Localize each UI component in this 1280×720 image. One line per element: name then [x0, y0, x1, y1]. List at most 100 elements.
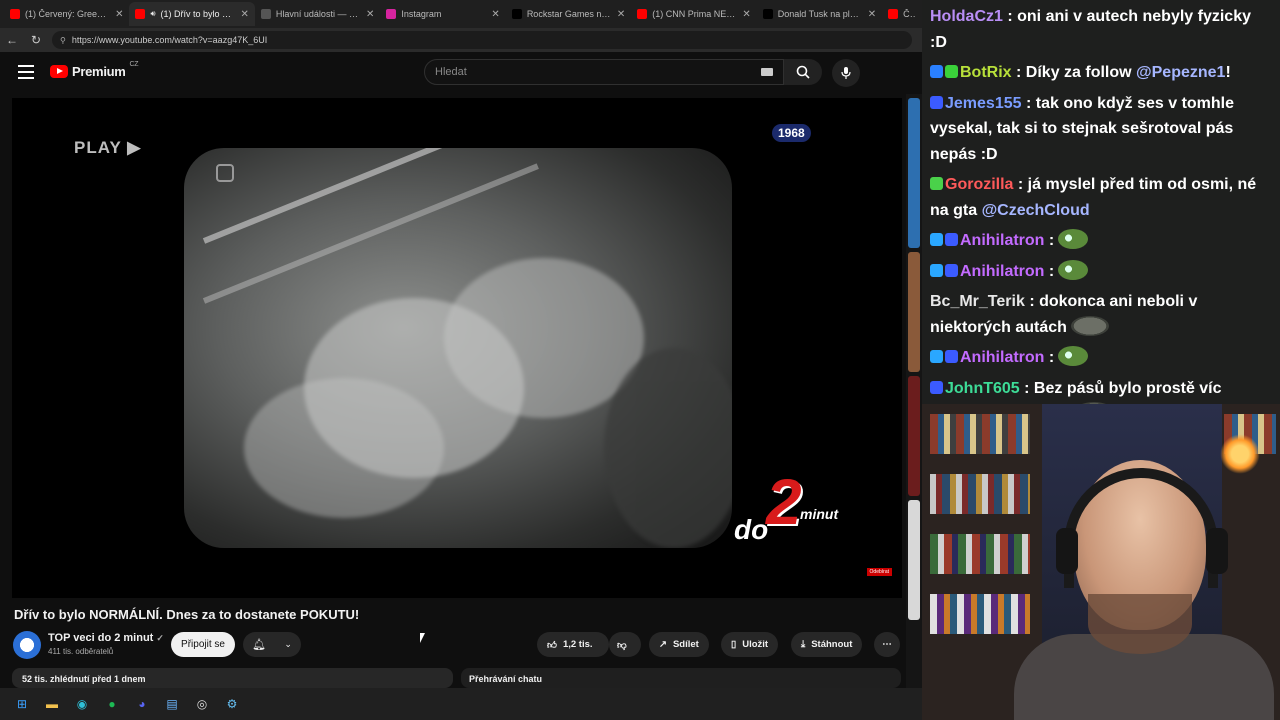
steam-icon[interactable]: ⚙ — [222, 694, 242, 714]
chat-badge-icon — [930, 95, 943, 109]
books — [930, 594, 1030, 634]
chat-username[interactable]: Gorozilla — [945, 176, 1013, 193]
browser-tab[interactable]: Instagram ✕ — [380, 2, 505, 26]
headset-right-earcup — [1206, 528, 1228, 574]
url-text: https://www.youtube.com/watch?v=aazg47K_… — [71, 35, 268, 45]
thumbs-down-icon: 👎︎ — [617, 639, 627, 651]
emote-peepo-icon — [1058, 229, 1089, 249]
microphone-icon — [841, 67, 851, 79]
browser-tab[interactable]: 🔊︎ (1) Dřív to bylo NOR ✕ — [129, 2, 255, 26]
books — [930, 414, 1030, 454]
watermark-minut: minut — [800, 506, 839, 522]
mouse-cursor — [420, 633, 425, 643]
hamburger-menu-icon[interactable] — [18, 65, 34, 79]
browser-tab[interactable]: Donald Tusk na platform ✕ — [757, 2, 882, 26]
chat-username[interactable]: Anihilatron — [960, 263, 1044, 280]
tab-favicon-icon — [260, 9, 271, 19]
chat-username[interactable]: Jemes155 — [945, 95, 1022, 112]
like-button[interactable]: 👍︎ 1,2 tis. — [537, 632, 609, 657]
subscribe-watermark[interactable]: Odebírat — [866, 568, 892, 576]
url-field[interactable]: ⚲ https://www.youtube.com/watch?v=aazg47… — [52, 31, 912, 49]
recommendations-strip[interactable] — [906, 94, 922, 688]
tab-favicon-icon — [888, 9, 899, 19]
recommendation-thumb[interactable] — [908, 376, 920, 496]
chat-username[interactable]: HoldaCz1 — [930, 8, 1003, 25]
logo-text: Premium — [72, 64, 126, 79]
views-and-date: 52 tis. zhlédnutí před 1 dnem — [22, 674, 146, 684]
close-tab-icon[interactable]: ✕ — [868, 9, 876, 20]
youtube-premium-logo[interactable]: Premium CZ — [50, 61, 139, 79]
sheet-shape — [604, 348, 732, 548]
close-tab-icon[interactable]: ✕ — [491, 9, 499, 20]
file-explorer-icon[interactable]: ▬ — [42, 694, 62, 714]
browser-tab-bar: (1) Červený: Green Deal ✕ 🔊︎ (1) Dřív to by… — [0, 0, 922, 28]
voice-search-button[interactable] — [832, 59, 860, 87]
more-actions-button[interactable]: ⋯ — [874, 632, 900, 657]
chat-text-suffix: ! — [1225, 64, 1231, 81]
headset-icon — [1064, 468, 1218, 588]
edge-icon[interactable]: ◉ — [72, 694, 92, 714]
site-info-icon[interactable]: ⚲ — [60, 36, 66, 45]
channel-avatar[interactable] — [13, 631, 41, 659]
windows-start-icon[interactable]: ⊞ — [12, 694, 32, 714]
tab-favicon-icon — [386, 9, 397, 19]
save-button[interactable]: ▯ Uložit — [721, 632, 779, 657]
dislike-button[interactable]: 👎︎ — [609, 632, 641, 657]
books — [930, 474, 1030, 514]
chat-username[interactable]: Anihilatron — [960, 232, 1044, 249]
recommendation-thumb[interactable] — [908, 500, 920, 620]
reload-icon[interactable]: ↻ — [24, 33, 48, 47]
join-button[interactable]: Připojit se — [171, 632, 235, 657]
verified-icon: ✓ — [156, 632, 164, 643]
browser-tab[interactable]: Červ — [882, 2, 922, 26]
browser-tab[interactable]: (1) Červený: Green Deal ✕ — [4, 2, 129, 26]
share-button[interactable]: ↗ Sdílet — [649, 632, 709, 657]
twitch-chat-overlay: HoldaCz1 : oni ani v autech nebyly fyzic… — [922, 0, 1280, 422]
obs-icon[interactable]: ◎ — [192, 694, 212, 714]
chat-badge-icon — [930, 380, 943, 394]
keyboard-icon[interactable] — [761, 68, 773, 76]
browser-tab[interactable]: Hlavní události — ČT24 ✕ — [255, 2, 380, 26]
chat-mention[interactable]: @CzechCloud — [982, 202, 1090, 219]
close-tab-icon[interactable]: ✕ — [617, 9, 625, 20]
chat-username[interactable]: Anihilatron — [960, 349, 1044, 366]
region-code: CZ — [129, 61, 139, 68]
browser-tab[interactable]: (1) CNN Prima NEWS - Y ✕ — [631, 2, 756, 26]
search-button[interactable] — [784, 59, 822, 85]
channel-name[interactable]: TOP veci do 2 minut ✓ — [48, 632, 164, 644]
thumbs-up-icon: 👍︎ — [547, 639, 557, 651]
person-beard — [1088, 594, 1192, 654]
close-tab-icon[interactable]: ✕ — [115, 9, 123, 20]
browser-tab[interactable]: Rockstar Games na platf ✕ — [506, 2, 631, 26]
chat-username[interactable]: Bc_Mr_Terik — [930, 293, 1025, 310]
discord-icon[interactable]: ◕ — [132, 694, 152, 714]
search-icon — [796, 65, 810, 79]
chevron-down-icon: ⌄ — [284, 639, 292, 649]
close-tab-icon[interactable]: ✕ — [241, 9, 249, 20]
close-tab-icon[interactable]: ✕ — [742, 9, 750, 20]
back-icon[interactable]: ← — [0, 33, 24, 47]
notepad-icon[interactable]: ▤ — [162, 694, 182, 714]
watermark-two: 2 — [766, 466, 802, 538]
description-box[interactable]: 52 tis. zhlédnutí před 1 dnem — [12, 668, 453, 688]
chat-mention[interactable]: @Pepezne1 — [1136, 64, 1225, 81]
close-tab-icon[interactable]: ✕ — [366, 9, 374, 20]
share-label: Sdílet — [672, 639, 699, 650]
bookmark-icon: ▯ — [731, 639, 737, 650]
notifications-button[interactable]: 🔔︎ ⌄ — [243, 632, 301, 657]
chat-message: Anihilatron : — [930, 345, 1272, 371]
search-placeholder: Hledat — [435, 66, 467, 78]
download-button[interactable]: ⤓ Stáhnout — [791, 632, 863, 657]
chat-message: Anihilatron : — [930, 259, 1272, 285]
lamp-glow — [1220, 434, 1260, 474]
recommendation-thumb[interactable] — [908, 252, 920, 372]
recommendation-thumb[interactable] — [908, 98, 920, 248]
video-player[interactable]: PLAY ▶ 1968 2 do minut Odebírat — [12, 98, 902, 598]
chat-replay-panel[interactable]: Přehrávání chatu — [461, 668, 901, 688]
chat-username[interactable]: BotRix — [960, 64, 1012, 81]
chat-username[interactable]: JohnT605 — [945, 380, 1020, 397]
windows-taskbar: ⊞ ▬ ◉ ● ◕ ▤ ◎ ⚙ — [0, 688, 922, 720]
audio-playing-icon[interactable]: 🔊︎ — [150, 9, 155, 19]
spotify-icon[interactable]: ● — [102, 694, 122, 714]
search-input[interactable]: Hledat — [424, 59, 784, 85]
